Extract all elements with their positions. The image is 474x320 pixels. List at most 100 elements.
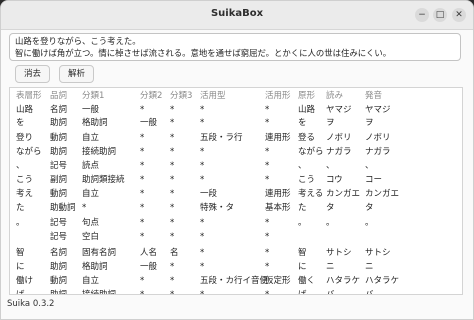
column-header-class2[interactable]: 分類2 xyxy=(140,90,162,102)
close-icon[interactable]: ✕ xyxy=(452,8,466,22)
column-header-pos[interactable]: 品詞 xyxy=(50,90,67,102)
table-cell: 考え xyxy=(16,189,34,199)
table-cell: カンガエ xyxy=(326,189,361,199)
table-cell: こう xyxy=(16,175,34,185)
table-cell: 山路 xyxy=(298,105,316,115)
input-line-2: 智に働けば角が立つ。情に棹させば流される。意地を通せば窮屈だ。とかくに人の世は住… xyxy=(15,47,392,58)
table-cell: 山路 xyxy=(16,105,34,115)
table-cell: 仮定形 xyxy=(265,276,291,286)
table-cell: 助詞 xyxy=(50,118,68,128)
table-cell: 、 xyxy=(365,161,374,171)
table-cell: * xyxy=(200,118,205,128)
table-cell: に xyxy=(16,262,25,272)
table-cell: * xyxy=(265,232,270,242)
table-cell: 智 xyxy=(16,248,25,258)
table-cell: 名詞 xyxy=(50,105,68,115)
table-cell: * xyxy=(170,276,175,286)
table-cell: ニ xyxy=(365,262,374,272)
table-cell: 連用形 xyxy=(265,189,291,199)
table-cell: 副詞 xyxy=(50,175,68,185)
table-cell: 、 xyxy=(326,161,335,171)
table-cell: 動詞 xyxy=(50,276,68,286)
column-header-class3[interactable]: 分類3 xyxy=(170,90,192,102)
table-cell: * xyxy=(265,161,270,171)
column-header-surface[interactable]: 表層形 xyxy=(16,90,42,102)
table-cell: 五段・カ行イ音便 xyxy=(200,276,269,286)
table-cell: を xyxy=(16,118,25,128)
table-cell: 一段 xyxy=(200,189,218,199)
table-cell: 登り xyxy=(16,133,34,143)
table-cell: コウ xyxy=(326,175,343,185)
column-header-conj-form[interactable]: 活用形 xyxy=(265,90,291,102)
column-header-base[interactable]: 原形 xyxy=(298,90,315,102)
app-window: SuikaBox − □ ✕ 山路を登りながら、こう考えた。 智に働けば角が立つ… xyxy=(0,0,474,320)
table-cell: 特殊・タ xyxy=(200,203,235,213)
table-cell: * xyxy=(265,105,270,115)
table-cell: * xyxy=(140,218,145,228)
table-cell: * xyxy=(170,203,175,213)
table-cell: * xyxy=(200,161,205,171)
table-cell: * xyxy=(82,203,87,213)
table-cell: * xyxy=(140,175,145,185)
title-bar[interactable]: SuikaBox − □ ✕ xyxy=(1,1,473,30)
table-cell: * xyxy=(200,262,205,272)
table-cell: ハタラケ xyxy=(365,276,400,286)
table-cell: ニ xyxy=(326,262,335,272)
table-cell: 一般 xyxy=(82,105,100,115)
table-cell: 動詞 xyxy=(50,189,68,199)
table-cell: * xyxy=(265,262,270,272)
column-header-conj-type[interactable]: 活用型 xyxy=(200,90,226,102)
table-cell: た xyxy=(16,203,25,213)
parse-button[interactable]: 解析 xyxy=(59,65,94,83)
table-cell: 名詞 xyxy=(50,248,68,258)
table-cell: ナガラ xyxy=(326,147,352,157)
table-cell: こう xyxy=(298,175,316,185)
table-cell: カンガエ xyxy=(365,189,400,199)
text-input-area[interactable]: 山路を登りながら、こう考えた。 智に働けば角が立つ。情に棹させば流される。意地を… xyxy=(9,33,461,61)
table-cell: を xyxy=(298,118,307,128)
table-cell: 読点 xyxy=(82,161,100,171)
table-cell: サトシ xyxy=(326,248,352,258)
table-cell: * xyxy=(200,175,205,185)
table-cell: * xyxy=(140,276,145,286)
table-cell: 、 xyxy=(16,161,25,171)
table-cell: * xyxy=(170,161,175,171)
minimize-icon[interactable]: − xyxy=(415,8,429,22)
table-cell: 格助詞 xyxy=(82,118,108,128)
table-cell: * xyxy=(200,147,205,157)
table-cell: 固有名詞 xyxy=(82,248,117,258)
column-header-reading[interactable]: 読み xyxy=(326,90,343,102)
table-cell: * xyxy=(170,105,175,115)
table-cell: * xyxy=(200,218,205,228)
table-cell: * xyxy=(200,232,205,242)
table-cell: * xyxy=(170,232,175,242)
table-cell: 記号 xyxy=(50,232,68,242)
table-cell: ノボリ xyxy=(365,133,391,143)
table-cell: 登る xyxy=(298,133,316,143)
column-header-pronunciation[interactable]: 発音 xyxy=(365,90,382,102)
clear-button[interactable]: 消去 xyxy=(15,65,50,83)
table-cell: * xyxy=(140,147,145,157)
table-cell: * xyxy=(265,175,270,185)
column-header-class1[interactable]: 分類1 xyxy=(82,90,104,102)
table-cell: 考える xyxy=(298,189,324,199)
table-cell: 空白 xyxy=(82,232,100,242)
table-cell: 自立 xyxy=(82,276,100,286)
table-cell: 接続助詞 xyxy=(82,147,117,157)
table-cell: 記号 xyxy=(50,218,68,228)
table-cell: * xyxy=(140,133,145,143)
table-cell: 自立 xyxy=(82,133,100,143)
table-cell: * xyxy=(265,118,270,128)
table-cell: 格助詞 xyxy=(82,262,108,272)
maximize-icon[interactable]: □ xyxy=(433,8,447,22)
table-cell: * xyxy=(265,248,270,258)
table-cell: 働け xyxy=(16,276,34,286)
result-table[interactable]: 表層形 品詞 分類1 分類2 分類3 活用型 活用形 原形 読み 発音 山路 名詞 一般 * * * * 山路 ヤマ… xyxy=(9,87,463,295)
table-cell: ヲ xyxy=(365,118,374,128)
table-cell: 助詞 xyxy=(50,262,68,272)
table-cell: * xyxy=(170,189,175,199)
table-cell: 五段・ラ行 xyxy=(200,133,243,143)
input-line-1: 山路を登りながら、こう考えた。 xyxy=(15,36,141,46)
table-cell: た xyxy=(298,203,307,213)
table-cell: 。 xyxy=(16,218,25,228)
